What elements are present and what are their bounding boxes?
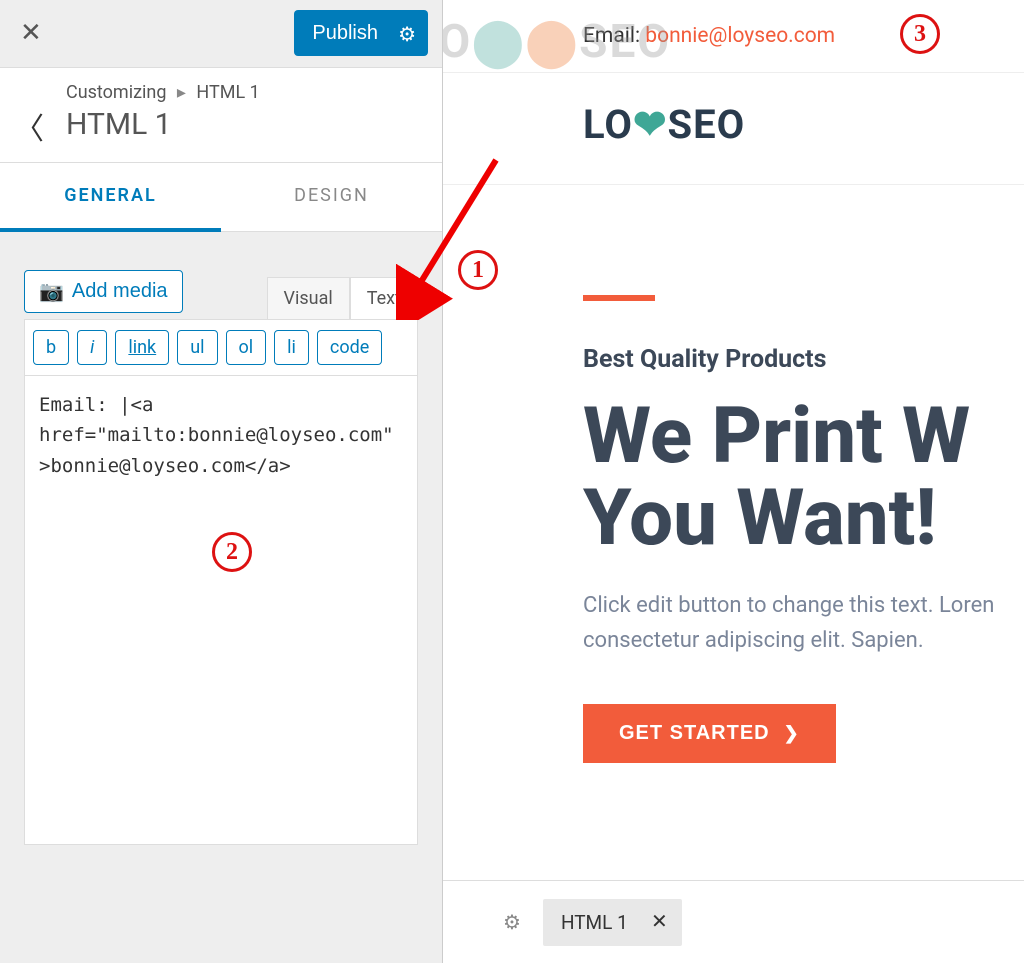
chevron-right-icon: ❯ xyxy=(784,723,800,744)
breadcrumb-sep-icon: ▸ xyxy=(171,82,192,103)
hero-description: Click edit button to change this text. L… xyxy=(583,588,1024,658)
get-started-button[interactable]: GET STARTED ❯ xyxy=(583,704,836,763)
breadcrumb-root: Customizing xyxy=(66,82,166,103)
camera-icon: 📷 xyxy=(39,279,64,304)
page-title: HTML 1 xyxy=(66,107,424,142)
breadcrumb: 〈 Customizing ▸ HTML 1 HTML 1 xyxy=(0,68,442,163)
breadcrumb-path: Customizing ▸ HTML 1 xyxy=(66,82,424,103)
email-link[interactable]: bonnie@loyseo.com xyxy=(645,24,835,48)
builder-chip[interactable]: HTML 1 ✕ xyxy=(543,899,682,946)
editor-toolbar: b i link ul ol li code xyxy=(24,319,418,375)
sidebar-topbar: ✕ Publish ⚙ xyxy=(0,0,442,68)
hero-desc-line1: Click edit button to change this text. L… xyxy=(583,588,1024,623)
site-logo[interactable]: LO❤SEO xyxy=(583,101,984,148)
publish-button[interactable]: Publish xyxy=(294,10,428,56)
hero-desc-line2: consectetur adipiscing elit. Sapien. xyxy=(583,623,1024,658)
add-media-button[interactable]: 📷 Add media xyxy=(24,270,183,313)
preview-pane: LO⬤⬤SEO Email: bonnie@loyseo.com LO❤SEO … xyxy=(443,0,1024,880)
builder-chip-label: HTML 1 xyxy=(561,911,628,934)
builder-bottom-bar: ⚙ HTML 1 ✕ xyxy=(443,880,1024,963)
preview-email-bar: Email: bonnie@loyseo.com xyxy=(443,0,1024,73)
toolbar-ol-button[interactable]: ol xyxy=(226,330,267,365)
email-label: Email: xyxy=(583,24,645,48)
editor-tab-visual[interactable]: Visual xyxy=(267,277,350,319)
toolbar-li-button[interactable]: li xyxy=(274,330,309,365)
gear-icon[interactable]: ⚙ xyxy=(503,910,521,934)
customizer-sidebar: ✕ Publish ⚙ 〈 Customizing ▸ HTML 1 HTML … xyxy=(0,0,443,963)
hero-subtitle: Best Quality Products xyxy=(583,345,1024,374)
tab-general[interactable]: GENERAL xyxy=(0,163,221,232)
panel-tabs: GENERAL DESIGN xyxy=(0,163,442,232)
breadcrumb-parent: HTML 1 xyxy=(196,82,259,103)
editor-tab-text[interactable]: Text xyxy=(350,277,418,319)
toolbar-ul-button[interactable]: ul xyxy=(177,330,217,365)
preview-logo-row: LO❤SEO xyxy=(443,73,1024,185)
editor-mode-tabs: Visual Text xyxy=(267,277,418,319)
hero-title-line2: You Want! xyxy=(583,478,1024,560)
toolbar-code-button[interactable]: code xyxy=(317,330,382,365)
tab-design[interactable]: DESIGN xyxy=(221,163,442,232)
toolbar-italic-button[interactable]: i xyxy=(77,330,107,365)
html-textarea[interactable]: Email: |<a href="mailto:bonnie@loyseo.co… xyxy=(24,375,418,845)
accent-bar xyxy=(583,295,655,301)
close-icon[interactable]: ✕ xyxy=(651,909,668,933)
hero-title-line1: We Print W xyxy=(583,396,1024,478)
hero-title: We Print W You Want! xyxy=(583,396,1024,560)
cta-label: GET STARTED xyxy=(619,722,770,745)
back-arrow-icon[interactable]: 〈 xyxy=(14,104,44,148)
toolbar-link-button[interactable]: link xyxy=(115,330,169,365)
close-icon[interactable]: ✕ xyxy=(20,18,48,46)
hero-section: Best Quality Products We Print W You Wan… xyxy=(443,185,1024,763)
add-media-label: Add media xyxy=(72,280,168,303)
general-panel: 📷 Add media Visual Text b i link ul ol l… xyxy=(0,232,442,887)
toolbar-bold-button[interactable]: b xyxy=(33,330,69,365)
editor-wrap: Visual Text b i link ul ol li code Email… xyxy=(24,319,418,849)
